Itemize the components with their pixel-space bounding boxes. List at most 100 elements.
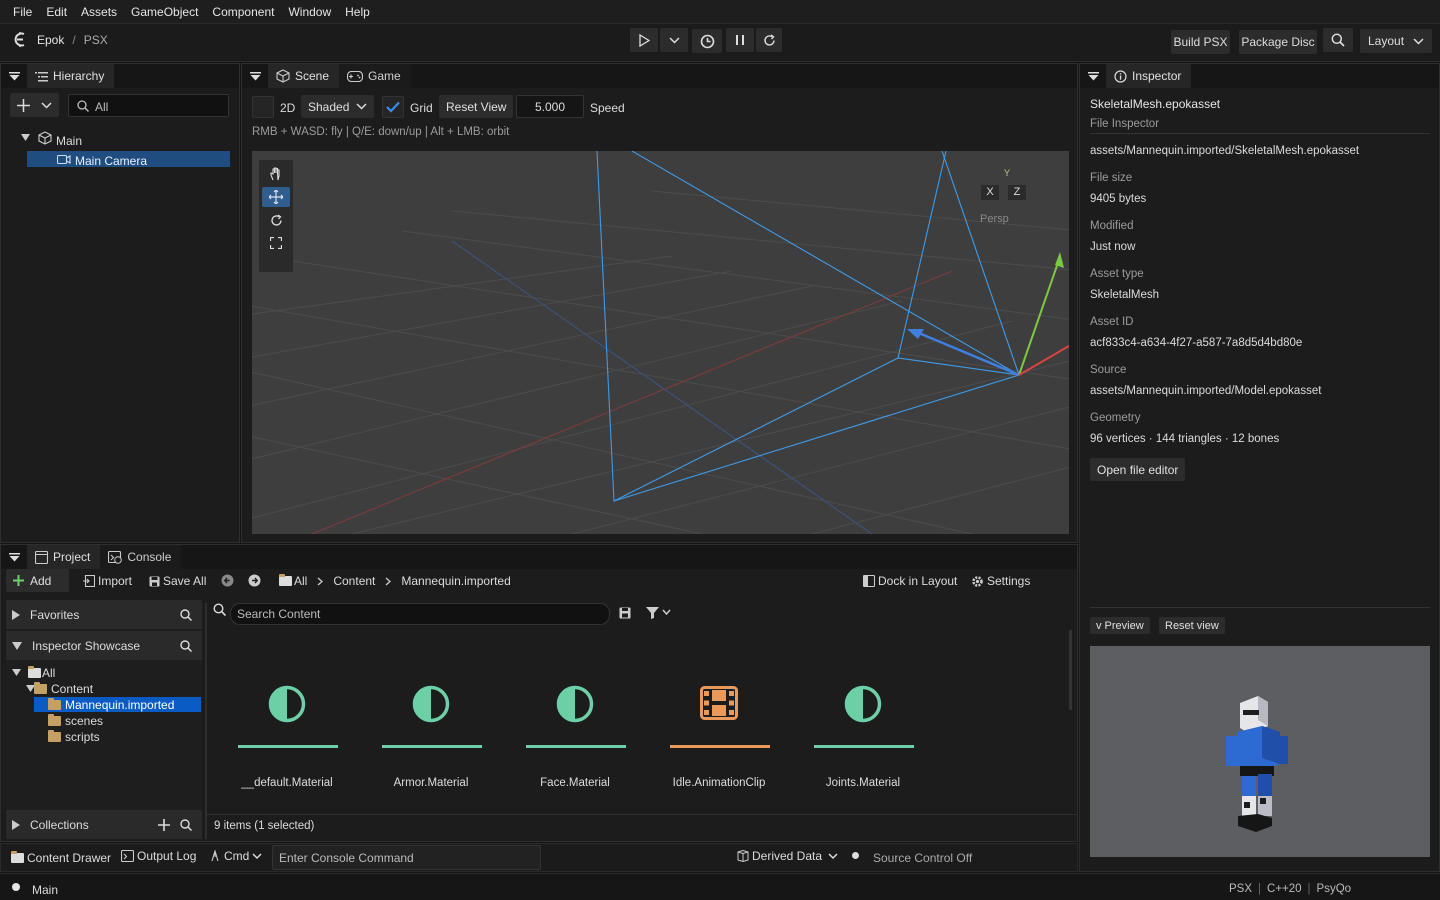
- rotate-tool-button[interactable]: [263, 210, 289, 230]
- tree-item-main[interactable]: Main: [21, 130, 82, 148]
- tree-folder-mannequin[interactable]: Mannequin.imported: [34, 697, 201, 712]
- menu-edit[interactable]: Edit: [39, 5, 74, 19]
- play-options-button[interactable]: [660, 28, 688, 52]
- tree-folder-content[interactable]: Content: [26, 681, 93, 697]
- search-icon[interactable]: [180, 818, 192, 831]
- hand-tool-button[interactable]: [263, 164, 289, 184]
- dock-icon: [863, 575, 875, 587]
- collapse-arrow-icon: [12, 641, 22, 650]
- console-command-input[interactable]: Enter Console Command: [272, 845, 541, 870]
- tree-folder-scripts[interactable]: scripts: [48, 729, 100, 745]
- speed-input[interactable]: 5.000: [516, 95, 584, 118]
- tab-game[interactable]: Game: [339, 64, 411, 88]
- menu-help[interactable]: Help: [338, 5, 377, 19]
- hierarchy-tab-bar: Hierarchy: [1, 64, 239, 88]
- panel-menu-button[interactable]: [242, 64, 268, 88]
- play-button[interactable]: [630, 28, 658, 52]
- breadcrumb-all[interactable]: All: [294, 574, 307, 588]
- derived-data-dropdown[interactable]: Derived Data: [737, 849, 838, 863]
- favorites-header[interactable]: Favorites: [6, 600, 202, 629]
- hierarchy-search-input[interactable]: All: [68, 94, 229, 117]
- folder-icon: [279, 574, 292, 586]
- reset-view-button[interactable]: Reset View: [439, 95, 514, 118]
- scene-viewport[interactable]: Y X Z Persp: [252, 151, 1069, 534]
- asset-tile[interactable]: __default.Material: [227, 655, 347, 795]
- projection-label[interactable]: Persp: [980, 213, 1009, 225]
- tab-inspector[interactable]: Inspector: [1106, 64, 1192, 88]
- showcase-header[interactable]: Inspector Showcase: [6, 631, 202, 660]
- mode-2d-checkbox[interactable]: [252, 96, 274, 118]
- field-label: File size: [1090, 172, 1133, 184]
- save-search-icon[interactable]: [619, 607, 631, 619]
- cmd-dropdown[interactable]: Cmd: [209, 849, 262, 863]
- menu-window[interactable]: Window: [281, 5, 338, 19]
- gizmo-z-button[interactable]: Z: [1008, 185, 1026, 200]
- tab-hierarchy[interactable]: Hierarchy: [27, 64, 115, 88]
- step-button[interactable]: [756, 28, 782, 52]
- tree-folder-scenes[interactable]: scenes: [48, 713, 103, 729]
- settings-button[interactable]: Settings: [971, 574, 1030, 588]
- collapse-arrow-icon[interactable]: [21, 134, 30, 142]
- move-tool-button[interactable]: [262, 187, 290, 207]
- search-icon[interactable]: [180, 639, 192, 652]
- output-log-button[interactable]: Output Log: [121, 849, 196, 863]
- menu-gameobject[interactable]: GameObject: [124, 5, 205, 19]
- tab-scene[interactable]: Scene: [268, 64, 340, 88]
- content-search-input[interactable]: Search Content: [230, 603, 610, 625]
- frame-timer-button[interactable]: [692, 29, 722, 53]
- plus-icon[interactable]: [158, 818, 170, 831]
- open-file-editor-button[interactable]: Open file editor: [1090, 458, 1186, 481]
- divider: [1090, 133, 1430, 134]
- project-name[interactable]: PSX: [84, 33, 108, 47]
- search-icon[interactable]: [180, 608, 192, 621]
- gizmo-x-button[interactable]: X: [981, 185, 999, 200]
- chevron-right-icon: [317, 577, 324, 586]
- scale-tool-button[interactable]: [263, 233, 289, 253]
- panel-menu-button[interactable]: [1, 545, 27, 569]
- source-control-status[interactable]: Source Control Off: [873, 851, 972, 865]
- panel-menu-button[interactable]: [1080, 64, 1106, 88]
- menu-assets[interactable]: Assets: [74, 5, 124, 19]
- menu-file[interactable]: File: [6, 5, 39, 19]
- filter-icon[interactable]: [646, 607, 674, 619]
- material-icon: [412, 685, 450, 723]
- add-asset-button[interactable]: Add: [6, 569, 69, 592]
- asset-tile[interactable]: Face.Material: [515, 655, 635, 795]
- grid-checkbox[interactable]: [382, 96, 404, 118]
- asset-tile[interactable]: Idle.AnimationClip: [659, 655, 779, 795]
- mesh-preview-viewport[interactable]: [1090, 646, 1430, 857]
- folder-icon: [48, 730, 61, 742]
- field-value: SkeletalMesh: [1090, 289, 1160, 301]
- nav-forward-button[interactable]: [248, 574, 261, 587]
- nav-back-button[interactable]: [221, 574, 234, 587]
- tree-folder-all[interactable]: All: [12, 665, 55, 681]
- collections-header[interactable]: Collections: [6, 810, 202, 839]
- save-all-button[interactable]: Save All: [149, 574, 206, 588]
- layout-dropdown[interactable]: Layout: [1360, 29, 1432, 53]
- import-button[interactable]: Import: [83, 574, 132, 588]
- search-button[interactable]: [1323, 28, 1353, 52]
- field-label: Modified: [1090, 220, 1134, 232]
- panel-menu-button[interactable]: [1, 64, 27, 88]
- dock-in-layout-button[interactable]: Dock in Layout: [863, 574, 957, 588]
- shading-dropdown[interactable]: Shaded: [301, 95, 374, 118]
- build-psx-button[interactable]: Build PSX: [1171, 30, 1230, 54]
- asset-tile[interactable]: Armor.Material: [371, 655, 491, 795]
- pause-button[interactable]: [726, 28, 754, 52]
- splitter[interactable]: [205, 603, 207, 839]
- tab-project[interactable]: Project: [27, 545, 101, 569]
- add-object-button[interactable]: [10, 93, 59, 117]
- preview-reset-view-button[interactable]: Reset view: [1159, 617, 1225, 634]
- tree-item-main-camera[interactable]: Main Camera: [27, 151, 230, 168]
- file-icon: [35, 550, 48, 564]
- menu-component[interactable]: Component: [205, 5, 281, 19]
- package-disc-button[interactable]: Package Disc: [1239, 30, 1317, 54]
- content-drawer-button[interactable]: Content Drawer: [11, 851, 111, 865]
- breadcrumb-content[interactable]: Content: [333, 574, 375, 588]
- tab-console[interactable]: Console: [100, 545, 182, 569]
- breadcrumb-mannequin[interactable]: Mannequin.imported: [401, 574, 510, 588]
- content-scrollbar[interactable]: [1069, 630, 1072, 710]
- asset-tile[interactable]: Joints.Material: [803, 655, 923, 795]
- app-name[interactable]: Epok: [37, 33, 64, 47]
- preview-toggle-button[interactable]: v Preview: [1090, 617, 1150, 634]
